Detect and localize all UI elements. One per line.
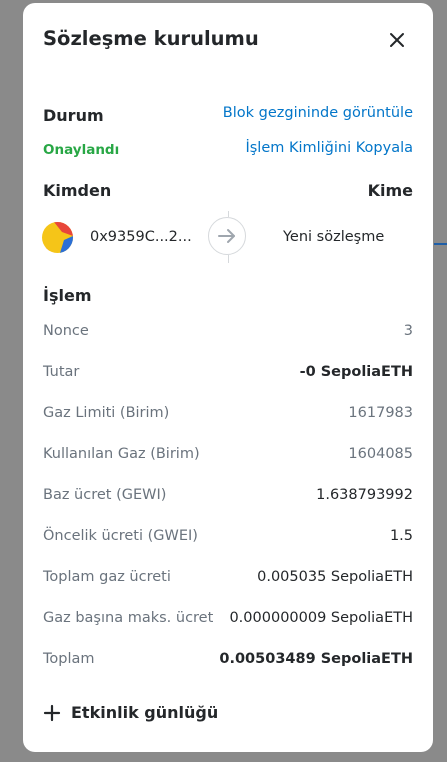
nonce-value: 3 bbox=[403, 323, 413, 339]
to-label: Kime bbox=[367, 181, 413, 200]
status-badge: Onaylandı bbox=[43, 142, 120, 158]
direction-indicator bbox=[208, 217, 246, 255]
to-recipient: Yeni sözleşme bbox=[283, 229, 385, 245]
amount-label: Tutar bbox=[43, 364, 80, 380]
from-label: Kimden bbox=[43, 181, 112, 200]
max-fee-per-gas-label: Gaz başına maks. ücret bbox=[43, 610, 214, 626]
transaction-details-dialog: Sözleşme kurulumu Durum Blok gezgininde … bbox=[23, 3, 433, 752]
divider bbox=[228, 255, 229, 263]
from-address[interactable]: 0x9359C...2... bbox=[90, 229, 192, 245]
activity-log-toggle[interactable]: Etkinlik günlüğü bbox=[43, 703, 218, 722]
max-fee-per-gas-value: 0.000000009 SepoliaETH bbox=[229, 610, 413, 626]
gas-used-label: Kullanılan Gaz (Birim) bbox=[43, 446, 200, 462]
gas-limit-label: Gaz Limiti (Birim) bbox=[43, 405, 170, 421]
total-gas-fee-value: 0.005035 SepoliaETH bbox=[257, 569, 413, 585]
status-label: Durum bbox=[43, 106, 104, 125]
priority-fee-label: Öncelik ücreti (GWEI) bbox=[43, 528, 198, 544]
account-avatar bbox=[42, 222, 73, 253]
copy-transaction-id-link[interactable]: İşlem Kimliğini Kopyala bbox=[245, 140, 413, 156]
dialog-title: Sözleşme kurulumu bbox=[43, 27, 259, 50]
background-underline bbox=[434, 243, 447, 245]
priority-fee-value: 1.5 bbox=[389, 528, 413, 544]
close-button[interactable] bbox=[383, 26, 411, 54]
activity-log-label: Etkinlik günlüğü bbox=[71, 703, 219, 722]
base-fee-label: Baz ücret (GEWI) bbox=[43, 487, 167, 503]
plus-icon bbox=[43, 704, 61, 721]
close-icon bbox=[390, 33, 404, 47]
gas-used-value: 1604085 bbox=[348, 446, 413, 462]
arrow-right-icon bbox=[218, 229, 235, 243]
total-value: 0.00503489 SepoliaETH bbox=[219, 651, 413, 667]
total-gas-fee-label: Toplam gaz ücreti bbox=[43, 569, 171, 585]
view-in-explorer-link[interactable]: Blok gezgininde görüntüle bbox=[223, 105, 413, 121]
total-label: Toplam bbox=[43, 651, 95, 667]
transaction-heading: İşlem bbox=[43, 286, 92, 305]
gas-limit-value: 1617983 bbox=[348, 405, 413, 421]
amount-value: -0 SepoliaETH bbox=[299, 364, 413, 380]
base-fee-value: 1.638793992 bbox=[316, 487, 413, 503]
nonce-label: Nonce bbox=[43, 323, 89, 339]
